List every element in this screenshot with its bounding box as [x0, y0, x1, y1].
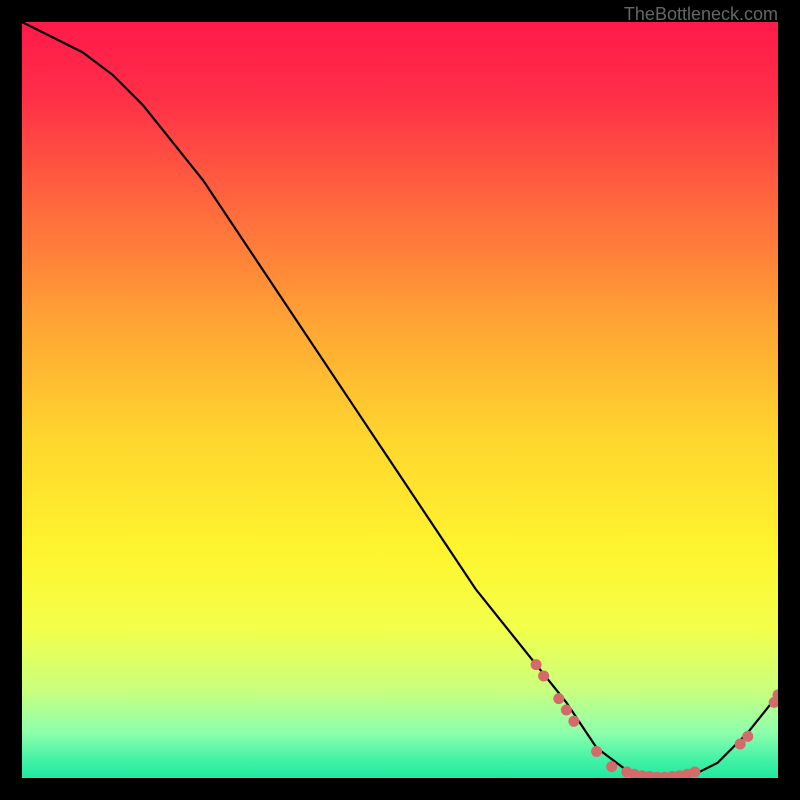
- chart-overlay: [22, 22, 778, 778]
- data-marker: [531, 659, 542, 670]
- data-marker: [538, 670, 549, 681]
- data-markers: [531, 659, 778, 778]
- data-marker: [742, 731, 753, 742]
- chart-area: [22, 22, 778, 778]
- data-marker: [568, 716, 579, 727]
- data-marker: [553, 693, 564, 704]
- chart-container: TheBottleneck.com: [0, 0, 800, 800]
- bottleneck-curve: [22, 22, 778, 778]
- data-marker: [561, 704, 572, 715]
- data-marker: [606, 761, 617, 772]
- data-marker: [591, 746, 602, 757]
- data-marker: [689, 766, 700, 777]
